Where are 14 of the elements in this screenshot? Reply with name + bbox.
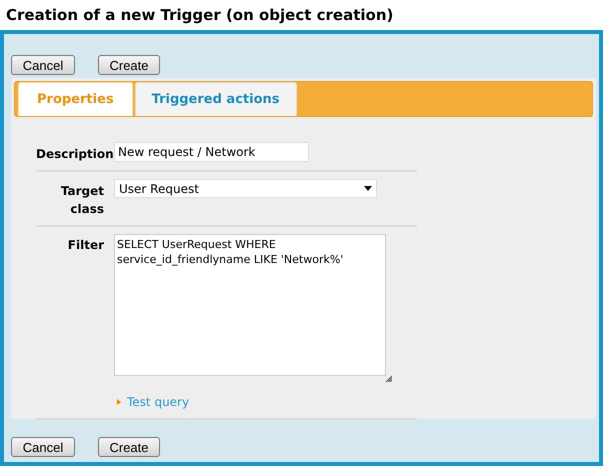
page-title: Creation of a new Trigger (on object creation) [6,4,394,26]
field-label: Filter [66,237,105,254]
resize-handle-icon[interactable] [385,375,392,382]
create-button[interactable]: Create [98,55,160,75]
filter-field[interactable]: SELECT UserRequest WHERE service_id_friendlyname LIKE 'Network%' [114,234,386,376]
cancel-button[interactable]: Cancel [11,55,75,75]
field-label: Description [36,146,114,163]
field-label: Target class [60,183,105,218]
caret-icon [364,186,372,191]
cancel-button[interactable]: Cancel [11,437,75,457]
triangle-icon [117,399,121,405]
target-class-dropdown[interactable]: User Request [114,179,377,198]
create-button[interactable]: Create [98,437,160,457]
description-field[interactable]: New request / Network [114,142,309,162]
